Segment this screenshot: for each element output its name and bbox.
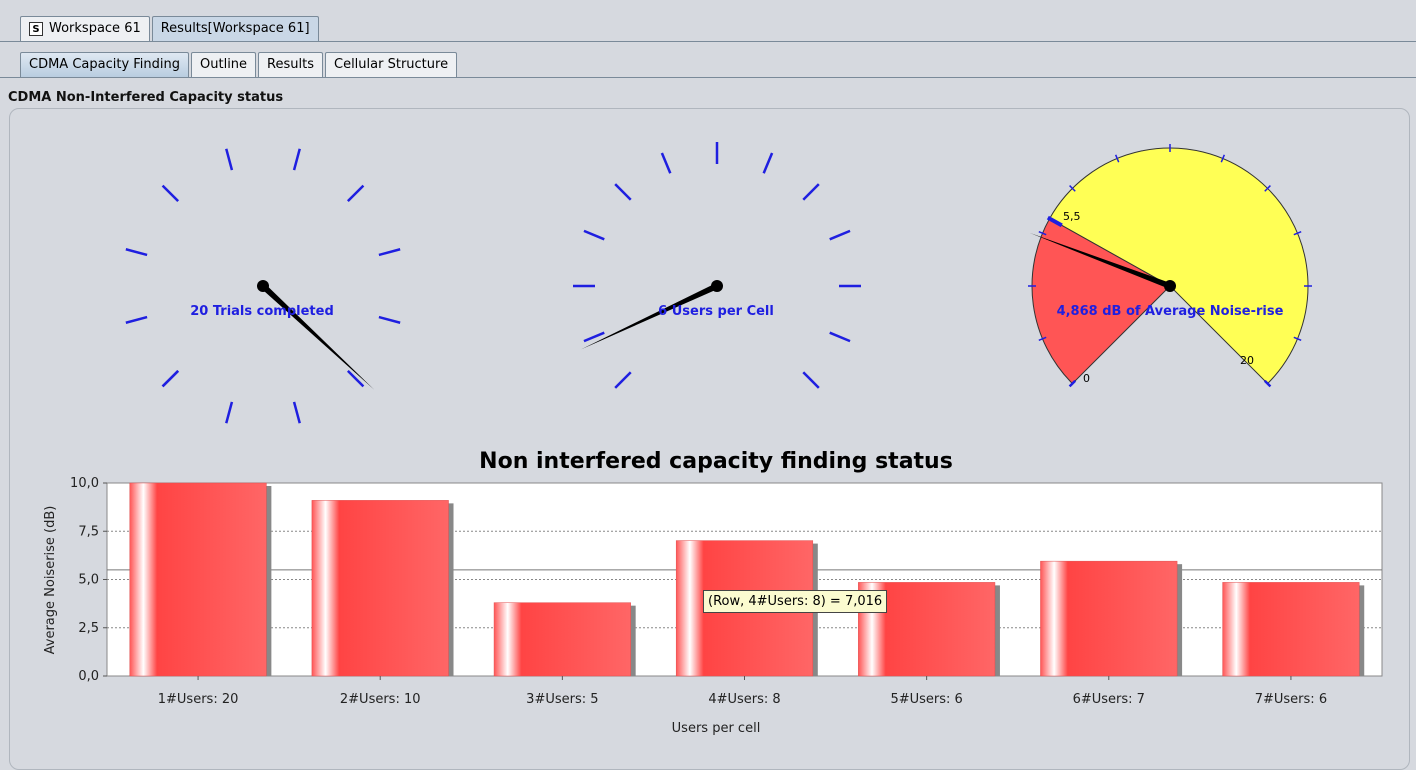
gauge-tick xyxy=(829,229,851,241)
gauge-tick xyxy=(614,183,632,201)
status-canvas: 20 Trials completed 6 Users per Cell 4,8… xyxy=(43,142,1383,736)
gauge-hub xyxy=(1164,280,1176,292)
bar[interactable] xyxy=(493,602,631,677)
trials-gauge xyxy=(125,148,401,424)
gauge-tick xyxy=(161,369,180,388)
gauge-hub xyxy=(257,280,269,292)
gauge-tick xyxy=(829,331,851,343)
gauge-tick xyxy=(660,152,672,174)
users-gauge-label: 6 Users per Cell xyxy=(658,304,774,319)
bar[interactable] xyxy=(129,482,267,677)
y-tick-label: 5,0 xyxy=(78,573,99,588)
gauge-tick xyxy=(802,371,820,389)
noise-gauge xyxy=(1028,144,1312,388)
gauge-tick xyxy=(292,401,301,424)
gauge-hub xyxy=(711,280,723,292)
noise-gauge-label: 4,868 dB of Average Noise-rise xyxy=(1057,304,1284,319)
gauge-tick xyxy=(225,148,234,171)
gauge-tick xyxy=(802,183,820,201)
bar[interactable] xyxy=(1222,582,1360,677)
y-tick-label: 7,5 xyxy=(78,524,99,539)
bar[interactable] xyxy=(311,500,449,677)
gauge-tick xyxy=(125,248,148,257)
bar[interactable] xyxy=(1040,560,1178,677)
chart-title: Non interfered capacity finding status xyxy=(479,449,953,474)
gauge-tick xyxy=(125,315,148,324)
users-gauge xyxy=(573,142,861,389)
y-axis-ticks: 0,0 2,5 5,0 7,5 10,0 xyxy=(70,476,107,684)
gauge-tick xyxy=(614,371,632,389)
gauge-tick xyxy=(161,184,180,203)
x-tick-label: 2#Users: 10 xyxy=(340,692,421,707)
y-tick-label: 10,0 xyxy=(70,476,99,491)
gauge-tick xyxy=(346,369,365,388)
y-tick-label: 0,0 xyxy=(78,669,99,684)
gauge-tick xyxy=(378,248,401,257)
gauge-needle xyxy=(260,283,375,390)
x-tick-label: 3#Users: 5 xyxy=(526,692,598,707)
x-tick-label: 1#Users: 20 xyxy=(158,692,239,707)
x-tick-label: 6#Users: 7 xyxy=(1073,692,1145,707)
x-tick-label: 7#Users: 6 xyxy=(1255,692,1327,707)
y-tick-label: 2,5 xyxy=(78,621,99,636)
gauge-tick xyxy=(378,315,401,324)
x-axis-ticks: 1#Users: 20 2#Users: 10 3#Users: 5 4#Users:… xyxy=(158,676,1327,707)
bar-tooltip: (Row, 4#Users: 8) = 7,016 xyxy=(703,590,888,613)
x-axis-label: Users per cell xyxy=(672,721,761,736)
y-axis-label: Average Noiserise (dB) xyxy=(43,506,58,655)
noise-min-label: 0 xyxy=(1083,372,1090,385)
gauge-tick xyxy=(346,184,365,203)
gauge-tick xyxy=(583,229,605,241)
x-tick-label: 5#Users: 6 xyxy=(890,692,962,707)
gauge-tick xyxy=(225,401,234,424)
gauge-tick xyxy=(292,148,301,171)
x-tick-label: 4#Users: 8 xyxy=(708,692,780,707)
trials-gauge-label: 20 Trials completed xyxy=(190,304,334,319)
noise-threshold-label: 5,5 xyxy=(1063,210,1081,223)
gauge-tick xyxy=(762,152,774,174)
noise-max-label: 20 xyxy=(1240,354,1254,367)
